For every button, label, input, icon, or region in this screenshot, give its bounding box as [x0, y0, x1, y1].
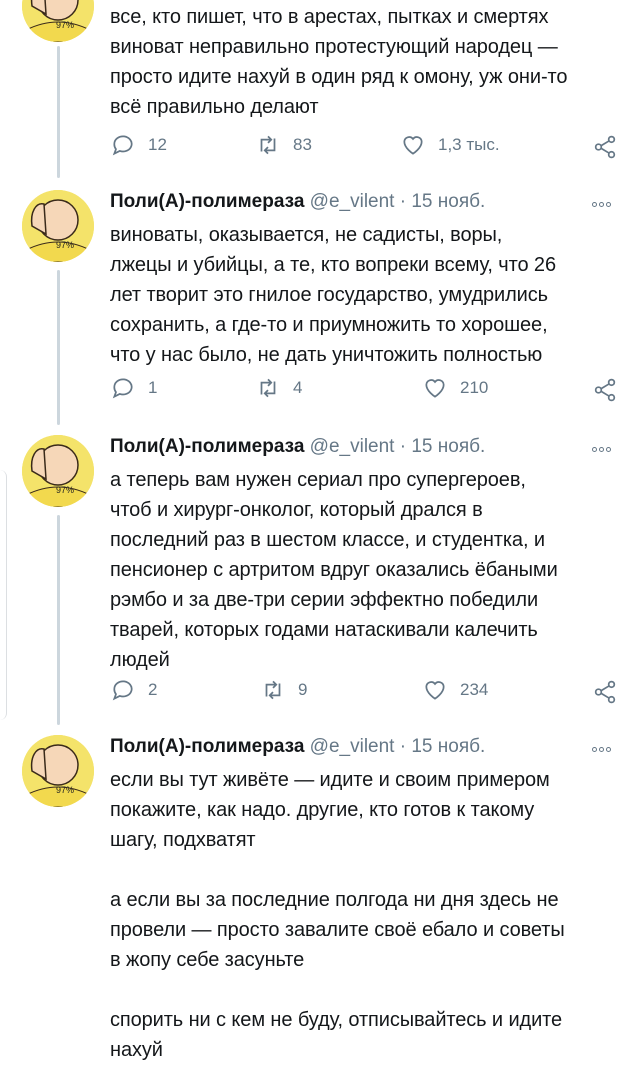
reply-count: 2 [148, 680, 158, 699]
like-button[interactable]: 1,3 тыс. [400, 132, 500, 158]
share-icon [594, 378, 616, 402]
svg-text:97%: 97% [56, 485, 74, 495]
retweet-button[interactable]: 9 [260, 677, 307, 703]
reply-icon [112, 135, 133, 156]
share-button[interactable] [592, 134, 618, 165]
avatar[interactable]: 97% [22, 0, 94, 42]
reply-button[interactable]: 1 [110, 375, 157, 401]
like-count: 1,3 тыс. [438, 135, 500, 154]
like-count: 210 [460, 378, 489, 397]
reply-button[interactable]: 2 [110, 677, 157, 703]
share-button[interactable] [592, 377, 618, 408]
separator-dot: · [399, 436, 407, 457]
retweet-icon [260, 135, 276, 155]
author-name[interactable]: Поли(А)-полимераза [110, 736, 304, 757]
like-button[interactable]: 234 [422, 677, 488, 703]
separator-dot: · [399, 736, 407, 757]
reply-count: 1 [148, 378, 158, 397]
tweet-text: а теперь вам нужен сериал про супергерое… [110, 469, 558, 671]
svg-text:97%: 97% [56, 20, 74, 30]
avatar[interactable]: 97% [22, 190, 94, 262]
tweet-header: Поли(А)-полимераза @e_vilent · 15 нояб. [110, 190, 485, 214]
like-button[interactable]: 210 [422, 375, 488, 401]
avatar[interactable]: 97% [22, 735, 94, 807]
tweet-text: все, кто пишет, что в арестах, пытках и … [110, 6, 568, 118]
retweet-count: 9 [298, 680, 308, 699]
author-handle[interactable]: @e_vilent [310, 436, 395, 457]
svg-text:97%: 97% [56, 785, 74, 795]
share-icon [594, 135, 616, 159]
tweet[interactable]: 97% Поли(А)-полимераза @e_vilent · 15 но… [0, 425, 640, 725]
share-icon [594, 680, 616, 704]
tweet-date[interactable]: 15 нояб. [411, 436, 485, 457]
reply-icon [112, 378, 133, 399]
retweet-button[interactable]: 4 [255, 375, 302, 401]
tweet[interactable]: 97% Поли(А)-полимераза @e_vilent · 15 но… [0, 725, 640, 1061]
avatar[interactable]: 97% [22, 435, 94, 507]
svg-text:97%: 97% [56, 240, 74, 250]
author-handle[interactable]: @e_vilent [310, 191, 395, 212]
heart-icon [425, 379, 445, 398]
like-count: 234 [460, 680, 489, 699]
retweet-icon [265, 680, 281, 700]
author-name[interactable]: Поли(А)-полимераза [110, 436, 304, 457]
facepalm-avatar-icon: 97% [22, 190, 94, 262]
heart-icon [425, 681, 445, 700]
more-options-icon[interactable] [590, 737, 618, 761]
tweet-header: Поли(А)-полимераза @e_vilent · 15 нояб. [110, 435, 485, 459]
retweet-button[interactable]: 83 [255, 132, 312, 158]
facepalm-avatar-icon: 97% [22, 735, 94, 807]
tweet[interactable]: 97% все, кто пишет, что в арестах, пытка… [0, 0, 640, 180]
author-name[interactable]: Поли(А)-полимераза [110, 191, 304, 212]
retweet-count: 83 [293, 135, 312, 154]
tweet[interactable]: 97% Поли(А)-полимераза @e_vilent · 15 но… [0, 180, 640, 425]
author-handle[interactable]: @e_vilent [310, 736, 395, 757]
tweet-text: если вы тут живёте — идите и своим приме… [110, 769, 565, 1061]
tweet-actions: 2 9 234 [0, 677, 640, 707]
reply-button[interactable]: 12 [110, 132, 167, 158]
reply-count: 12 [148, 135, 167, 154]
retweet-count: 4 [293, 378, 303, 397]
share-button[interactable] [592, 679, 618, 710]
retweet-icon [260, 378, 276, 398]
more-options-icon[interactable] [590, 437, 618, 461]
tweet-actions: 12 83 1,3 тыс. [0, 132, 640, 162]
tweet-text: виноваты, оказывается, не садисты, воры,… [110, 224, 556, 366]
tweet-date[interactable]: 15 нояб. [411, 736, 485, 757]
facepalm-avatar-icon: 97% [22, 0, 94, 42]
reply-icon [112, 680, 133, 701]
facepalm-avatar-icon: 97% [22, 435, 94, 507]
more-options-icon[interactable] [590, 192, 618, 216]
tweet-date[interactable]: 15 нояб. [411, 191, 485, 212]
separator-dot: · [399, 191, 407, 212]
heart-icon [403, 136, 423, 155]
tweet-header: Поли(А)-полимераза @e_vilent · 15 нояб. [110, 735, 485, 759]
tweet-actions: 1 4 210 [0, 375, 640, 405]
